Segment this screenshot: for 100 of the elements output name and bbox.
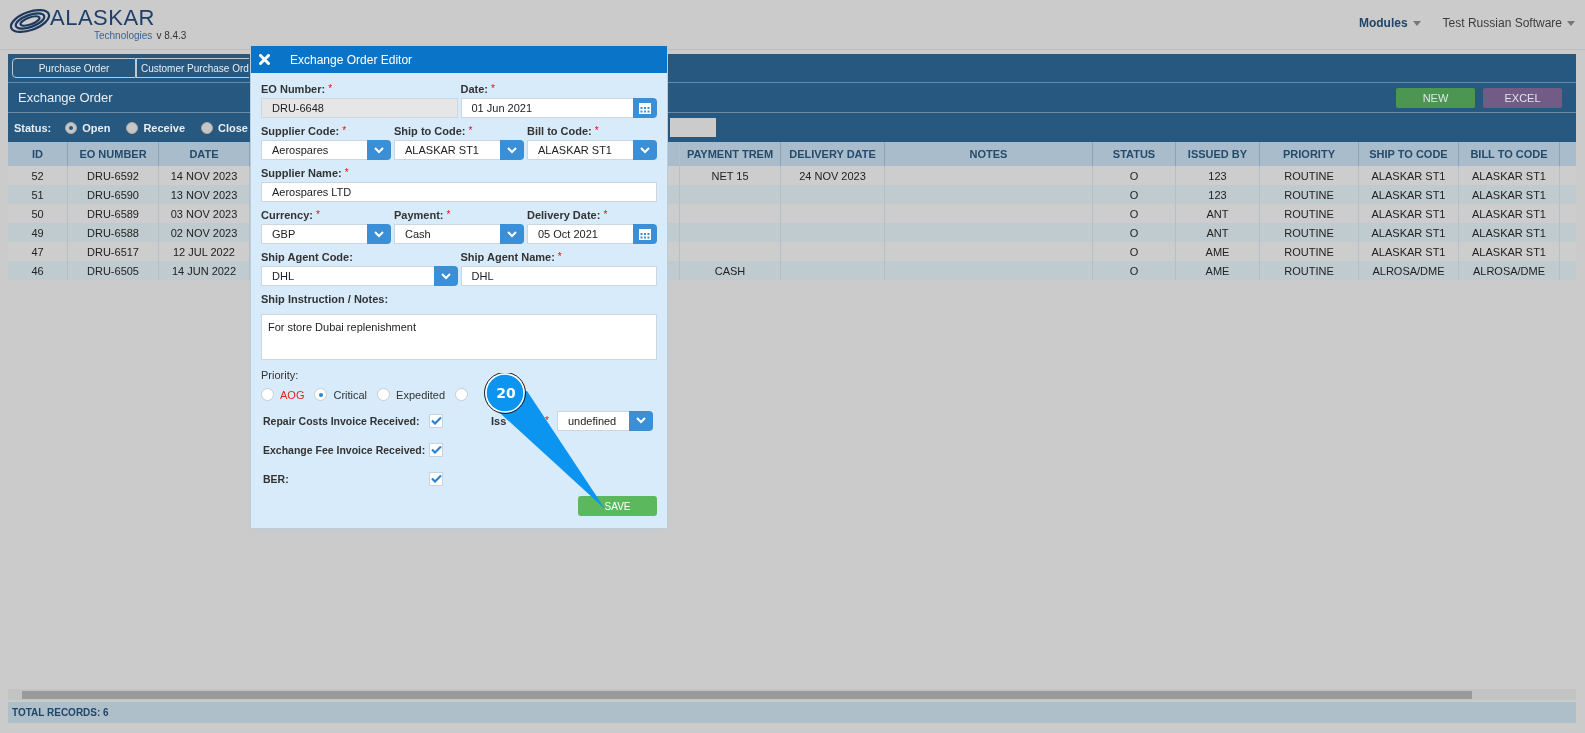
- menu-dropdown[interactable]: Modules: [1358, 16, 1421, 30]
- field-label: Priority:: [261, 369, 300, 381]
- priority-label: Expedited: [396, 388, 445, 401]
- logo-name: ALASKAR: [50, 6, 156, 30]
- dropdown-button[interactable]: [500, 140, 524, 160]
- required-mark: *: [315, 209, 320, 220]
- required-mark: *: [603, 209, 608, 220]
- calendar-icon: [638, 101, 652, 115]
- dropdown-button[interactable]: [628, 410, 653, 431]
- field-label: Delivery Date:: [527, 209, 601, 221]
- dropdown-button[interactable]: [367, 140, 391, 160]
- priority-radio[interactable]: [314, 388, 328, 401]
- priority-radio[interactable]: [377, 388, 391, 401]
- dialog-title: Exchange Order Editor: [290, 52, 413, 67]
- checkbox[interactable]: [429, 471, 443, 486]
- select-field[interactable]: undefined: [556, 410, 629, 431]
- caret-icon: [1567, 20, 1575, 26]
- required-mark: *: [344, 167, 349, 178]
- menu-dropdown[interactable]: Test Russian Software: [1442, 16, 1575, 30]
- module-tab[interactable]: Customer Purchase Ord: [136, 58, 249, 78]
- input-field[interactable]: Aerospares LTD: [261, 182, 657, 202]
- field-label: Payment:: [394, 209, 444, 221]
- section-title: Exchange Order: [18, 90, 113, 105]
- checkbox-label: Repair Costs Invoice Received:: [262, 414, 421, 427]
- calendar-button[interactable]: [633, 98, 657, 118]
- select-field[interactable]: DHL: [261, 266, 434, 286]
- status-radio[interactable]: [65, 121, 78, 134]
- field-label: Supplier Code:: [261, 125, 340, 137]
- required-mark: *: [446, 209, 451, 220]
- table-cell: ROUTINE: [1260, 261, 1359, 280]
- chevron-icon: [374, 146, 384, 154]
- table-cell: CASH: [680, 261, 781, 280]
- scrollbar[interactable]: [8, 689, 1576, 700]
- field-label: Ship to Code:: [394, 125, 466, 137]
- total-records: TOTAL RECORDS: 6: [12, 707, 109, 718]
- required-mark: *: [468, 125, 473, 136]
- excel-button[interactable]: EXCEL: [1483, 87, 1562, 108]
- field-label: Ship Agent Code:: [261, 251, 353, 263]
- dropdown-button[interactable]: [433, 266, 458, 286]
- search-field[interactable]: [670, 118, 716, 137]
- checkbox-label: BER:: [262, 472, 290, 485]
- step-number: 20: [495, 385, 517, 401]
- status-option-label: Open: [82, 121, 111, 134]
- checkbox-label: Exchange Fee Invoice Received:: [262, 443, 427, 456]
- table-cell: O: [1093, 261, 1176, 280]
- field-label: Ship Agent Name:: [460, 251, 555, 263]
- logo-icon: [8, 8, 52, 34]
- priority-radio[interactable]: [455, 388, 468, 401]
- date-field[interactable]: 01 Jun 2021: [460, 98, 633, 118]
- table-cell: 46: [8, 261, 68, 280]
- version-label: v 8.4.3: [156, 30, 187, 41]
- input-field[interactable]: DRU-6648: [261, 98, 458, 118]
- date-field[interactable]: 05 Oct 2021: [527, 224, 633, 244]
- select-field[interactable]: ALASKAR ST1: [527, 140, 633, 160]
- module-tab[interactable]: Purchase Order: [12, 58, 136, 78]
- priority-radio[interactable]: [261, 388, 274, 401]
- logo-tagline: Technologies: [94, 30, 153, 41]
- dropdown-button[interactable]: [500, 224, 524, 244]
- select-field[interactable]: Cash: [394, 224, 500, 244]
- field-label: Date:: [460, 83, 488, 95]
- notes-field[interactable]: For store Dubai replenishment: [261, 314, 657, 360]
- chevron-icon: [440, 272, 451, 280]
- dropdown-button[interactable]: [633, 140, 657, 160]
- status-radio[interactable]: [126, 121, 139, 134]
- field-label: EO Number:: [261, 83, 326, 95]
- calendar-icon: [638, 227, 652, 241]
- table-cell: DRU-6505: [68, 261, 159, 280]
- caret-icon: [1412, 20, 1421, 26]
- table-cell: ALROSA/DME: [1459, 261, 1560, 280]
- checkbox[interactable]: [429, 413, 443, 428]
- field-label: Iss: [491, 414, 508, 427]
- table-cell: AME: [1176, 261, 1260, 280]
- dropdown-button[interactable]: [367, 224, 391, 244]
- priority-label: AOG: [280, 388, 305, 401]
- checkbox[interactable]: [429, 442, 443, 457]
- calendar-button[interactable]: [633, 224, 657, 244]
- chevron-icon: [374, 230, 384, 238]
- required-mark: *: [342, 125, 347, 136]
- close-icon[interactable]: [259, 54, 270, 65]
- select-field[interactable]: GBP: [261, 224, 367, 244]
- field-label: Bill to Code:: [527, 125, 592, 137]
- chevron-icon: [635, 417, 646, 424]
- field-label: Supplier Name:: [261, 167, 342, 179]
- required-mark: *: [328, 83, 333, 94]
- priority-label: Critical: [333, 388, 368, 401]
- status-radio[interactable]: [201, 121, 213, 134]
- required-mark: *: [594, 125, 599, 136]
- table-cell: ALROSA/DME: [1359, 261, 1459, 280]
- chevron-icon: [507, 230, 517, 238]
- field-label: Currency:: [261, 209, 313, 221]
- field-label: Ship Instruction / Notes:: [261, 293, 389, 305]
- status-option-label: Close: [218, 121, 248, 134]
- select-field[interactable]: Aerospares: [261, 140, 367, 160]
- required-mark: *: [491, 83, 495, 94]
- chevron-icon: [640, 146, 650, 154]
- chevron-icon: [507, 146, 517, 154]
- input-field[interactable]: DHL: [460, 266, 657, 286]
- required-mark: *: [545, 415, 549, 426]
- select-field[interactable]: ALASKAR ST1: [394, 140, 500, 160]
- required-mark: *: [557, 251, 562, 262]
